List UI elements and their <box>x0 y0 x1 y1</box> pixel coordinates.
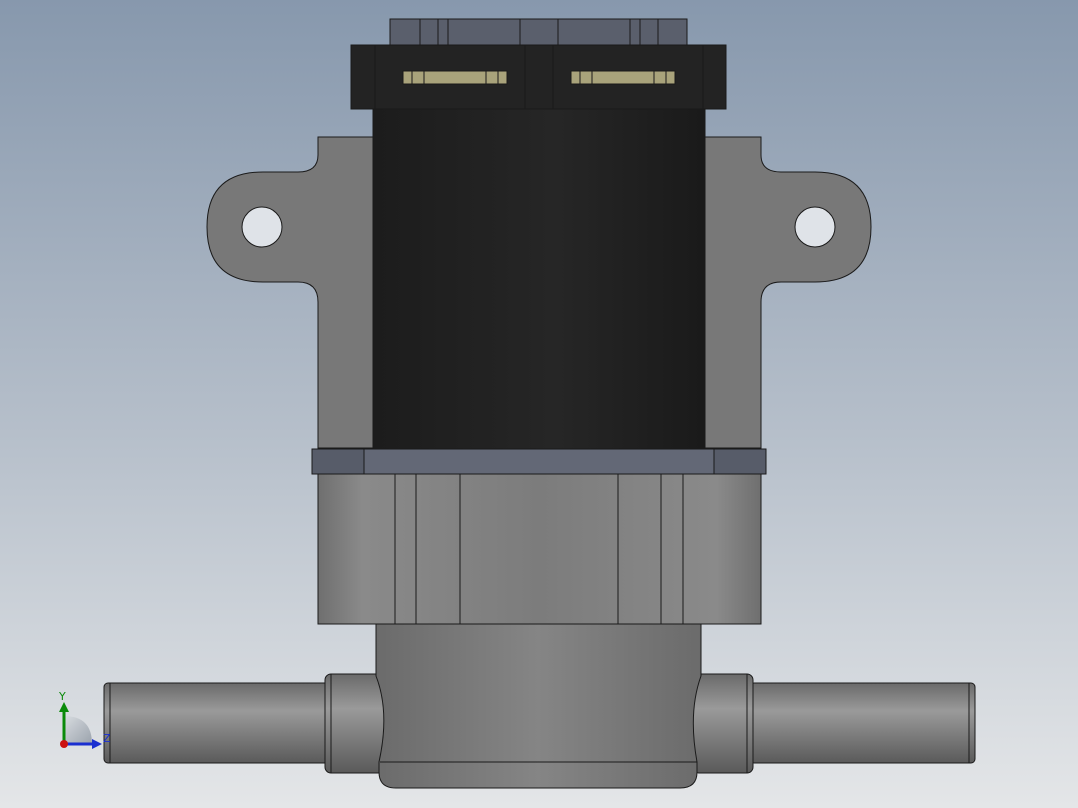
inlet-pipe[interactable] <box>103 673 386 774</box>
cad-viewport[interactable]: Y Z <box>0 0 1078 808</box>
mounting-hole-right <box>794 206 836 248</box>
terminal-right <box>570 70 676 85</box>
base-chamber[interactable] <box>375 623 702 789</box>
mounting-hole-left <box>241 206 283 248</box>
connector-top-cap <box>389 18 688 47</box>
connector-head[interactable] <box>350 18 727 110</box>
terminal-left <box>402 70 508 85</box>
valve-collar[interactable] <box>311 448 767 475</box>
origin-dot-icon <box>60 740 68 748</box>
valve-body[interactable] <box>317 473 762 625</box>
y-axis-label: Y <box>58 690 66 703</box>
coil-housing[interactable] <box>372 99 706 451</box>
outlet-pipe[interactable] <box>692 673 976 774</box>
z-axis-label: Z <box>103 732 111 745</box>
